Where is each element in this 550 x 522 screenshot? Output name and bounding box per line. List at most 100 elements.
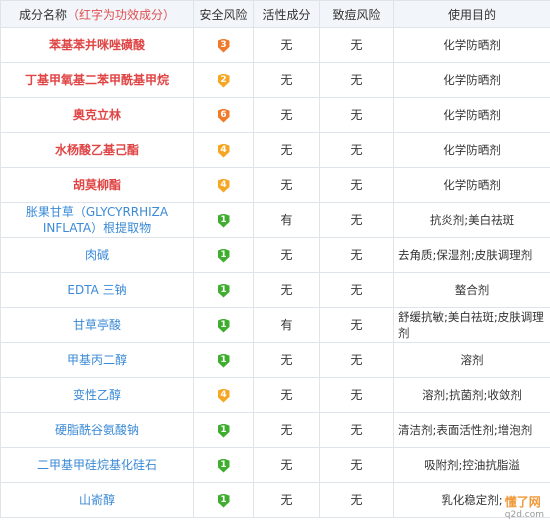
safety-cell: 2 bbox=[193, 62, 254, 98]
acne-cell: 无 bbox=[319, 202, 394, 238]
ingredient-name[interactable]: 变性乙醇 bbox=[0, 377, 194, 413]
acne-cell: 无 bbox=[319, 482, 394, 518]
safety-cell: 6 bbox=[193, 97, 254, 133]
ingredient-name[interactable]: 硬脂酰谷氨酸钠 bbox=[0, 412, 194, 448]
safety-badge-icon: 1 bbox=[217, 353, 230, 368]
safety-badge-icon: 1 bbox=[217, 283, 230, 298]
table-row: 奥克立林 6 无无化学防晒剂 bbox=[0, 97, 550, 133]
active-cell: 无 bbox=[253, 377, 320, 413]
table-row: 二甲基甲硅烷基化硅石 1 无无吸附剂;控油抗脂溢 bbox=[0, 447, 550, 483]
col-safety-header: 安全风险 bbox=[193, 0, 254, 28]
safety-badge-icon: 1 bbox=[217, 458, 230, 473]
purpose-cell: 化学防晒剂 bbox=[393, 62, 550, 98]
purpose-cell: 抗炎剂;美白祛斑 bbox=[393, 202, 550, 238]
acne-cell: 无 bbox=[319, 132, 394, 168]
acne-cell: 无 bbox=[319, 377, 394, 413]
active-cell: 无 bbox=[253, 132, 320, 168]
header-row: 成分名称（红字为功效成分） 安全风险 活性成分 致痘风险 使用目的 bbox=[0, 0, 550, 28]
table-row: 胀果甘草（GLYCYRRHIZA INFLATA）根提取物 1 有无抗炎剂;美白祛斑 bbox=[0, 202, 550, 238]
ingredient-name[interactable]: 肉碱 bbox=[0, 237, 194, 273]
ingredient-name[interactable]: 苯基苯并咪唑磺酸 bbox=[0, 27, 194, 63]
purpose-cell: 去角质;保湿剂;皮肤调理剂 bbox=[393, 237, 550, 273]
ingredient-name[interactable]: 奥克立林 bbox=[0, 97, 194, 133]
purpose-cell: 清洁剂;表面活性剂;增泡剂 bbox=[393, 412, 550, 448]
acne-cell: 无 bbox=[319, 97, 394, 133]
table-row: 丁基甲氧基二苯甲酰基甲烷 2 无无化学防晒剂 bbox=[0, 62, 550, 98]
ingredient-name[interactable]: 水杨酸乙基己酯 bbox=[0, 132, 194, 168]
active-cell: 无 bbox=[253, 27, 320, 63]
purpose-cell: 舒缓抗敏;美白祛斑;皮肤调理剂 bbox=[393, 307, 550, 343]
ingredient-name[interactable]: 甲基丙二醇 bbox=[0, 342, 194, 378]
table-row: 山嵛醇 1 无无乳化稳定剂; bbox=[0, 482, 550, 518]
table-row: 甲基丙二醇 1 无无溶剂 bbox=[0, 342, 550, 378]
purpose-cell: 溶剂;抗菌剂;收敛剂 bbox=[393, 377, 550, 413]
purpose-cell: 吸附剂;控油抗脂溢 bbox=[393, 447, 550, 483]
purpose-cell: 化学防晒剂 bbox=[393, 27, 550, 63]
table-row: 变性乙醇 4 无无溶剂;抗菌剂;收敛剂 bbox=[0, 377, 550, 413]
ingredient-name[interactable]: 胀果甘草（GLYCYRRHIZA INFLATA）根提取物 bbox=[0, 202, 194, 238]
acne-cell: 无 bbox=[319, 237, 394, 273]
ingredient-name[interactable]: EDTA 三钠 bbox=[0, 272, 194, 308]
safety-badge-icon: 3 bbox=[217, 38, 230, 53]
safety-badge-icon: 1 bbox=[217, 318, 230, 333]
active-cell: 无 bbox=[253, 342, 320, 378]
active-cell: 有 bbox=[253, 202, 320, 238]
acne-cell: 无 bbox=[319, 412, 394, 448]
acne-cell: 无 bbox=[319, 27, 394, 63]
ingredient-name[interactable]: 二甲基甲硅烷基化硅石 bbox=[0, 447, 194, 483]
safety-cell: 4 bbox=[193, 377, 254, 413]
safety-cell: 1 bbox=[193, 342, 254, 378]
safety-badge-icon: 2 bbox=[217, 73, 230, 88]
table-row: 肉碱 1 无无去角质;保湿剂;皮肤调理剂 bbox=[0, 237, 550, 273]
acne-cell: 无 bbox=[319, 272, 394, 308]
safety-cell: 1 bbox=[193, 412, 254, 448]
active-cell: 无 bbox=[253, 167, 320, 203]
col-purpose-header: 使用目的 bbox=[393, 0, 550, 28]
watermark-title: 懂了网 bbox=[504, 495, 541, 509]
watermark: 懂了网 q2d.com bbox=[505, 493, 544, 520]
col-name-label: 成分名称 bbox=[18, 7, 67, 22]
active-cell: 无 bbox=[253, 97, 320, 133]
active-cell: 无 bbox=[253, 482, 320, 518]
col-name-note: （红字为功效成分） bbox=[67, 7, 176, 22]
purpose-cell: 化学防晒剂 bbox=[393, 167, 550, 203]
safety-cell: 1 bbox=[193, 482, 254, 518]
col-name-header: 成分名称（红字为功效成分） bbox=[0, 0, 194, 28]
table-row: 水杨酸乙基己酯 4 无无化学防晒剂 bbox=[0, 132, 550, 168]
purpose-cell: 螯合剂 bbox=[393, 272, 550, 308]
purpose-cell: 溶剂 bbox=[393, 342, 550, 378]
ingredient-name[interactable]: 甘草亭酸 bbox=[0, 307, 194, 343]
table-row: 硬脂酰谷氨酸钠 1 无无清洁剂;表面活性剂;增泡剂 bbox=[0, 412, 550, 448]
safety-cell: 1 bbox=[193, 272, 254, 308]
safety-cell: 4 bbox=[193, 132, 254, 168]
active-cell: 无 bbox=[253, 62, 320, 98]
safety-cell: 1 bbox=[193, 237, 254, 273]
table-row: EDTA 三钠 1 无无螯合剂 bbox=[0, 272, 550, 308]
safety-badge-icon: 1 bbox=[217, 213, 230, 228]
safety-cell: 1 bbox=[193, 202, 254, 238]
active-cell: 无 bbox=[253, 272, 320, 308]
active-cell: 有 bbox=[253, 307, 320, 343]
safety-badge-icon: 4 bbox=[217, 143, 230, 158]
safety-cell: 3 bbox=[193, 27, 254, 63]
safety-badge-icon: 4 bbox=[217, 178, 230, 193]
watermark-domain: q2d.com bbox=[504, 510, 544, 520]
safety-badge-icon: 1 bbox=[217, 493, 230, 508]
active-cell: 无 bbox=[253, 237, 320, 273]
safety-cell: 1 bbox=[193, 307, 254, 343]
table-row: 苯基苯并咪唑磺酸 3 无无化学防晒剂 bbox=[0, 27, 550, 63]
ingredient-name[interactable]: 丁基甲氧基二苯甲酰基甲烷 bbox=[0, 62, 194, 98]
acne-cell: 无 bbox=[319, 167, 394, 203]
ingredient-name[interactable]: 山嵛醇 bbox=[0, 482, 194, 518]
safety-cell: 1 bbox=[193, 447, 254, 483]
safety-badge-icon: 6 bbox=[217, 108, 230, 123]
ingredient-name[interactable]: 胡莫柳酯 bbox=[0, 167, 194, 203]
safety-badge-icon: 1 bbox=[217, 423, 230, 438]
table-row: 胡莫柳酯 4 无无化学防晒剂 bbox=[0, 167, 550, 203]
safety-badge-icon: 4 bbox=[217, 388, 230, 403]
col-acne-header: 致痘风险 bbox=[319, 0, 394, 28]
acne-cell: 无 bbox=[319, 62, 394, 98]
active-cell: 无 bbox=[253, 447, 320, 483]
acne-cell: 无 bbox=[319, 447, 394, 483]
safety-cell: 4 bbox=[193, 167, 254, 203]
